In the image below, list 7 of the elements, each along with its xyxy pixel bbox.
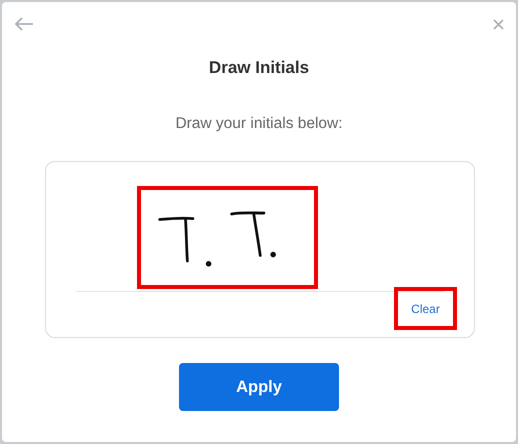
close-icon[interactable]: [493, 18, 504, 30]
dialog-title: Draw Initials: [208, 57, 310, 79]
drawing-pad[interactable]: Clear: [45, 161, 475, 338]
apply-button[interactable]: Apply: [179, 363, 339, 411]
clear-button[interactable]: Clear: [394, 287, 457, 330]
back-icon[interactable]: [14, 17, 34, 31]
instruction-text: Draw your initials below:: [175, 114, 343, 134]
